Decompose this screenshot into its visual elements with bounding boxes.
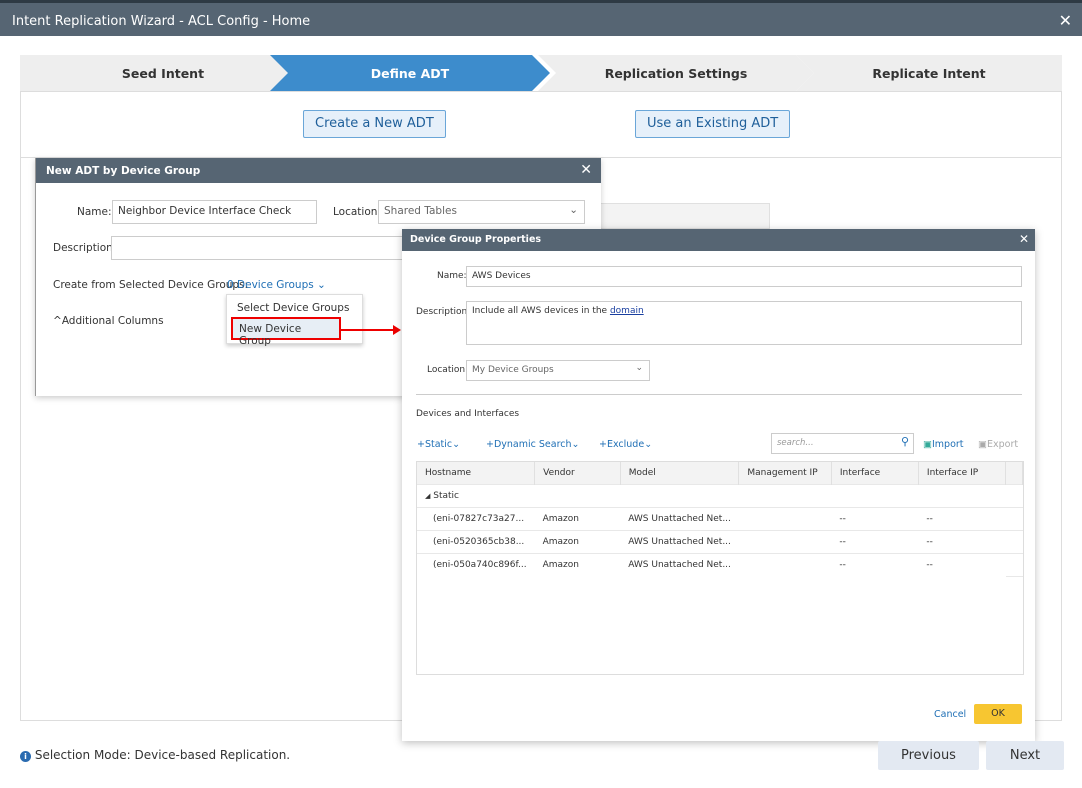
ok-button[interactable]: OK <box>974 704 1022 724</box>
chevron-down-icon: ⌄ <box>569 204 578 216</box>
location-value: Shared Tables <box>384 205 457 217</box>
create-from-label: Create from Selected Device Groups: <box>53 279 249 291</box>
menu-item-new-device-group[interactable]: New Device Group <box>231 317 341 347</box>
background-panel <box>598 203 770 229</box>
description-input[interactable]: Include all AWS devices in the domain <box>466 301 1022 345</box>
chevron-down-icon: ⌄ <box>635 363 643 373</box>
column-hostname[interactable]: Hostname <box>417 462 536 485</box>
close-icon[interactable]: ✕ <box>1019 232 1029 246</box>
search-input[interactable]: search... ⚲ <box>771 433 914 454</box>
location-select[interactable]: My Device Groups ⌄ <box>466 360 650 381</box>
arrow-icon <box>393 325 401 335</box>
additional-columns-toggle[interactable]: ^Additional Columns <box>53 315 164 327</box>
window-title: Intent Replication Wizard - ACL Config -… <box>12 14 311 29</box>
step-replicate-intent[interactable]: Replicate Intent <box>796 55 1062 91</box>
import-icon: ▣ <box>923 439 932 450</box>
add-static-button[interactable]: +Static⌄ <box>417 439 460 450</box>
devices-table: Hostname Vendor Model Management IP Inte… <box>416 461 1024 675</box>
location-select[interactable]: Shared Tables ⌄ <box>378 200 585 224</box>
column-model[interactable]: Model <box>620 462 740 485</box>
previous-button[interactable]: Previous <box>878 741 979 770</box>
name-label: Name: <box>437 271 467 281</box>
title-bar: Intent Replication Wizard - ACL Config -… <box>0 0 1082 36</box>
table-row[interactable]: (eni-07827c73a27... Amazon AWS Unattached … <box>417 507 1023 531</box>
name-label: Name: <box>77 206 112 218</box>
use-existing-adt-button[interactable]: Use an Existing ADT <box>635 110 791 138</box>
export-button[interactable]: ▣Export <box>978 439 1018 450</box>
table-row[interactable]: (eni-050a740c896f... Amazon AWS Unattached… <box>417 553 1023 577</box>
section-title: Devices and Interfaces <box>416 409 520 419</box>
domain-link[interactable]: domain <box>610 306 644 316</box>
description-input[interactable] <box>111 236 411 260</box>
divider <box>416 394 1022 395</box>
step-define-adt[interactable]: Define ADT <box>270 55 550 91</box>
column-management-ip[interactable]: Management IP <box>738 462 832 485</box>
cancel-button[interactable]: Cancel <box>934 709 966 720</box>
close-icon[interactable]: ✕ <box>580 162 592 178</box>
add-exclude-button[interactable]: +Exclude⌄ <box>599 439 652 450</box>
group-row[interactable]: ◢ Static <box>417 484 1023 508</box>
table-header: Hostname Vendor Model Management IP Inte… <box>417 462 1023 485</box>
name-input[interactable]: AWS Devices <box>466 266 1022 287</box>
dialog-header: New ADT by Device Group ✕ <box>36 158 601 183</box>
arrow-line <box>340 329 394 331</box>
dialog-title: New ADT by Device Group <box>46 165 201 177</box>
column-interface[interactable]: Interface <box>831 462 919 485</box>
next-button[interactable]: Next <box>986 741 1064 770</box>
add-dynamic-search-button[interactable]: +Dynamic Search⌄ <box>486 439 580 450</box>
dialog-header: Device Group Properties ✕ <box>402 229 1035 251</box>
dialog-title: Device Group Properties <box>410 234 542 245</box>
close-icon[interactable]: ✕ <box>1059 11 1072 30</box>
column-vendor[interactable]: Vendor <box>534 462 621 485</box>
table-row[interactable]: (eni-0520365cb38... Amazon AWS Unattached … <box>417 530 1023 554</box>
location-label: Location: <box>333 206 381 218</box>
device-group-properties-dialog: Device Group Properties ✕ Name: AWS Devi… <box>402 229 1035 741</box>
search-icon[interactable]: ⚲ <box>901 435 909 448</box>
export-icon: ▣ <box>978 439 987 450</box>
import-button[interactable]: ▣Import <box>923 439 964 450</box>
description-label: Description: <box>53 242 117 254</box>
name-input[interactable]: Neighbor Device Interface Check <box>112 200 317 224</box>
status-text: i Selection Mode: Device-based Replicati… <box>20 748 290 762</box>
device-groups-menu: Select Device Groups New Device Group <box>226 294 363 347</box>
step-replication-settings[interactable]: Replication Settings <box>538 55 814 91</box>
location-label: Location: <box>427 365 469 375</box>
description-label: Description: <box>416 307 471 317</box>
device-groups-dropdown[interactable]: 0 Device Groups ⌄ <box>227 279 326 291</box>
create-new-adt-button[interactable]: Create a New ADT <box>303 110 446 138</box>
column-interface-ip[interactable]: Interface IP <box>918 462 1007 485</box>
info-icon: i <box>20 751 31 762</box>
step-seed-intent[interactable]: Seed Intent <box>20 55 306 91</box>
